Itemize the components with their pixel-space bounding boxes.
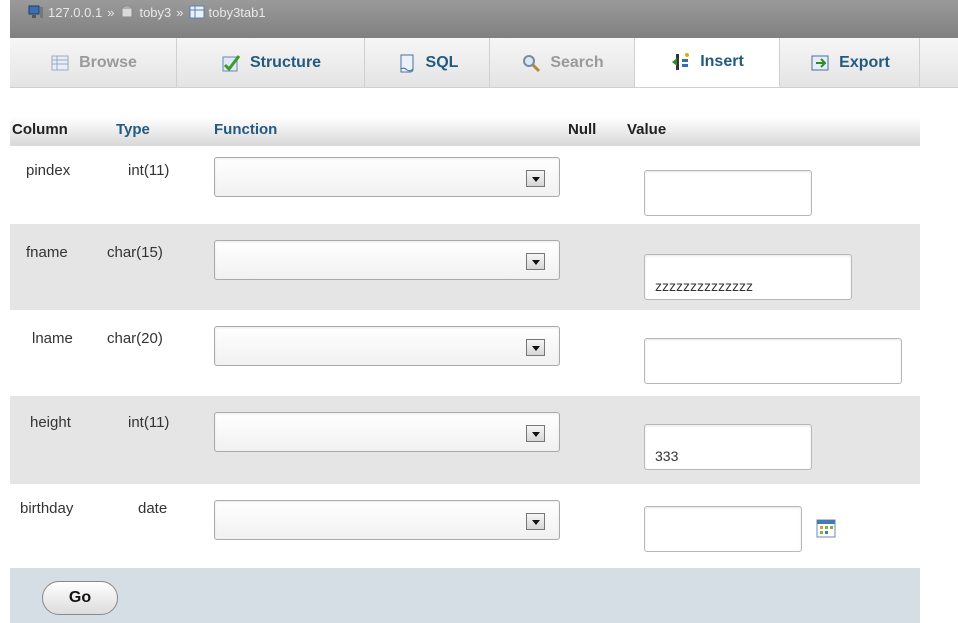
table-row: height int(11) <box>10 396 920 484</box>
breadcrumb-database[interactable]: toby3 <box>119 5 171 20</box>
value-input[interactable] <box>644 338 902 384</box>
tab-sql[interactable]: SQL <box>365 38 490 87</box>
table-header: Column Type Function Null Value <box>10 117 920 146</box>
function-select[interactable] <box>214 240 560 280</box>
column-type: char(15) <box>107 244 163 261</box>
column-type: char(20) <box>107 330 163 347</box>
go-button[interactable]: Go <box>42 581 118 615</box>
value-input[interactable] <box>644 170 812 216</box>
chevron-down-icon <box>526 513 545 530</box>
tab-search[interactable]: Search <box>490 38 635 87</box>
table-icon <box>189 5 204 19</box>
value-input[interactable] <box>644 254 852 300</box>
server-icon <box>28 5 43 18</box>
chevron-down-icon <box>526 253 545 270</box>
breadcrumb: 127.0.0.1 » toby3 » toby3tab1 <box>10 0 958 38</box>
table-row: pindex int(11) <box>10 146 920 224</box>
chevron-down-icon <box>526 339 545 356</box>
browse-icon <box>51 55 69 70</box>
function-select[interactable] <box>214 412 560 452</box>
column-type: int(11) <box>128 414 170 431</box>
table-row: lname char(20) <box>10 310 920 396</box>
table-row: birthday date <box>10 484 920 568</box>
column-name: pindex <box>26 162 71 179</box>
calendar-icon[interactable] <box>816 518 836 538</box>
export-icon <box>811 55 829 70</box>
column-type: date <box>138 500 168 517</box>
column-name: fname <box>26 244 68 261</box>
breadcrumb-separator: » <box>107 4 115 20</box>
tab-bar: Browse Structure SQL Search Insert Expor… <box>10 38 958 88</box>
column-name: height <box>30 414 71 431</box>
function-select[interactable] <box>214 157 560 197</box>
breadcrumb-server[interactable]: 127.0.0.1 <box>28 5 102 20</box>
value-header: Value <box>627 121 667 138</box>
database-icon <box>121 5 133 18</box>
tab-export[interactable]: Export <box>780 38 920 87</box>
null-header: Null <box>568 121 597 138</box>
column-name: lname <box>32 330 73 347</box>
column-name: birthday <box>20 500 74 517</box>
function-select[interactable] <box>214 500 560 540</box>
tab-browse[interactable]: Browse <box>10 38 177 87</box>
tab-insert[interactable]: Insert <box>635 38 780 87</box>
chevron-down-icon <box>526 425 545 442</box>
sql-icon <box>400 54 414 72</box>
breadcrumb-table[interactable]: toby3tab1 <box>189 5 266 20</box>
function-select[interactable] <box>214 326 560 366</box>
chevron-down-icon <box>526 170 545 187</box>
column-type: int(11) <box>128 162 170 179</box>
insert-icon <box>672 53 690 70</box>
type-header[interactable]: Type <box>116 121 150 138</box>
structure-icon <box>222 54 241 71</box>
column-header: Column <box>12 121 68 138</box>
function-header[interactable]: Function <box>214 121 277 138</box>
breadcrumb-separator: » <box>176 4 184 20</box>
table-row: fname char(15) <box>10 224 920 310</box>
value-input[interactable] <box>644 506 802 552</box>
value-input[interactable] <box>644 424 812 470</box>
tab-structure[interactable]: Structure <box>177 38 365 87</box>
form-footer: Go <box>10 568 920 623</box>
search-icon <box>523 54 541 72</box>
